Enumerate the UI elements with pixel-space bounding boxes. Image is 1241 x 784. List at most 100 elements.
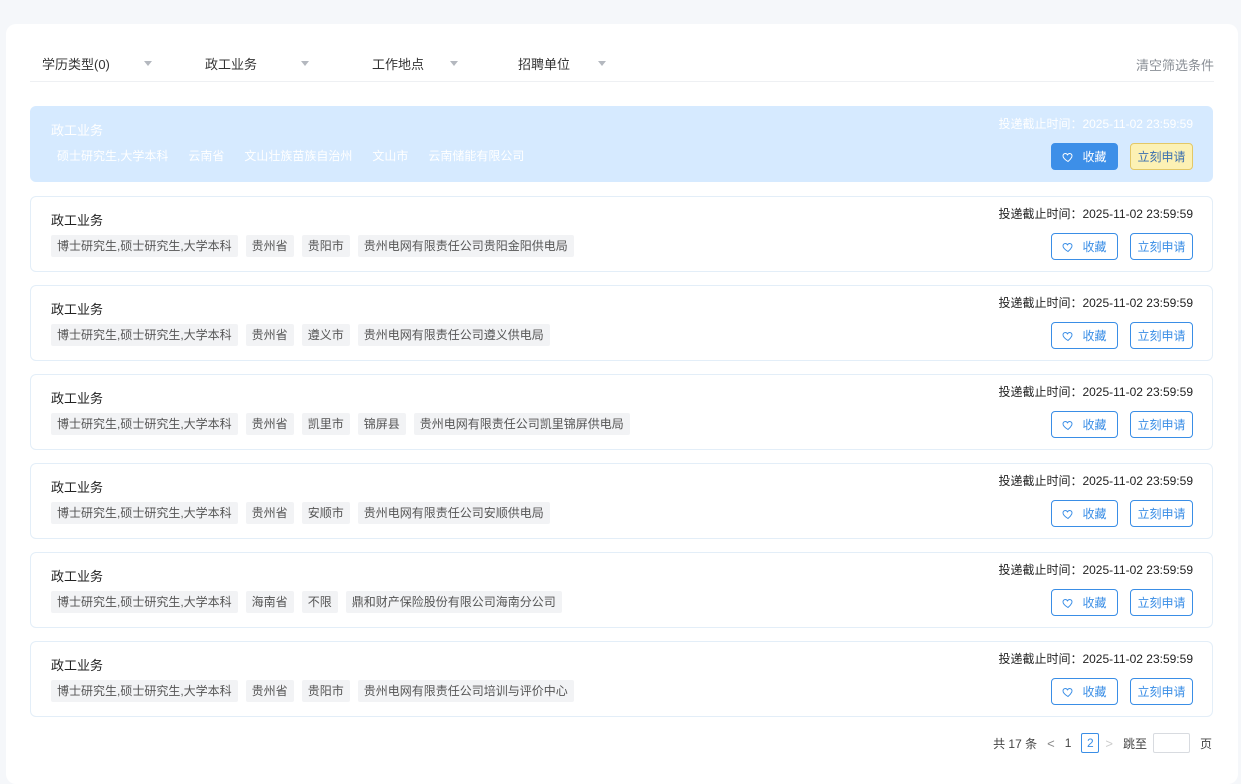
job-card[interactable]: 政工业务 博士研究生,硕士研究生,大学本科 贵州省 凯里市 锦屏县 贵州电网有限责任公司凯… [30,374,1213,450]
chevron-down-icon [598,61,606,66]
deadline-text: 投递截止时间：2025-11-02 23:59:59 [998,563,1193,577]
apply-button[interactable]: 立刻申请 [1130,411,1193,438]
filter-education-label: 学历类型(0) [42,56,110,72]
job-list-panel: 学历类型(0) 政工业务 工作地点 招聘单位 清空筛选条件 政工业务 硕士研究生,… [6,24,1238,784]
apply-button[interactable]: 立刻申请 [1130,678,1193,705]
pager-total: 共 17 条 [993,736,1038,751]
heart-icon [1062,687,1074,697]
jump-page-input[interactable] [1152,733,1190,753]
favorite-label: 收藏 [1082,596,1107,610]
apply-button[interactable]: 立刻申请 [1130,143,1193,170]
job-card[interactable]: 政工业务 博士研究生,硕士研究生,大学本科 贵州省 安顺市 贵州电网有限责任公司安顺供电… [30,463,1213,539]
favorite-label: 收藏 [1082,329,1107,343]
job-title: 政工业务 [51,569,104,584]
filter-location-label: 工作地点 [372,56,425,72]
job-tag: 贵阳市 [301,680,350,702]
filter-education[interactable]: 学历类型(0) [42,50,158,76]
job-tag: 安顺市 [301,502,350,524]
job-tag: 贵州电网有限责任公司安顺供电局 [357,502,550,524]
job-tag: 贵州电网有限责任公司凯里锦屏供电局 [413,413,630,435]
job-tag: 文山壮族苗族自治州 [244,149,353,163]
job-card[interactable]: 政工业务博士研究生,硕士研究生,大学本科 海南省 不限 鼎和财产保险股份有限公司海南分… [30,552,1213,628]
job-tag: 贵州省 [245,680,294,702]
job-tag: 不限 [301,591,338,613]
job-tag: 云南省 [188,149,225,163]
chevron-down-icon [301,61,309,66]
job-tags: 博士研究生,硕士研究生,大学本科 贵州省 贵阳市 贵州电网有限责任公司贵阳金阳供电局 [51,235,574,257]
favorite-button[interactable]: 收藏 [1051,500,1118,527]
job-tag: 贵州电网有限责任公司培训与评价中心 [357,680,574,702]
job-card[interactable]: 政工业务博士研究生,硕士研究生,大学本科 贵州省 遵义市 贵州电网有限责任公司遵义供电… [30,285,1213,361]
pagination: 共 17 条 < 1 2 > 跳至 页 [983,732,1212,754]
heart-icon [1062,242,1074,252]
heart-icon [1062,509,1074,519]
favorite-label: 收藏 [1082,418,1107,432]
filter-employer-label: 招聘单位 [518,56,571,72]
filter-bar: 学历类型(0) 政工业务 工作地点 招聘单位 清空筛选条件 [30,50,1214,82]
apply-button[interactable]: 立刻申请 [1130,500,1193,527]
favorite-button[interactable]: 收藏 [1051,143,1118,170]
job-tag: 凯里市 [301,413,350,435]
job-tag: 博士研究生,硕士研究生,大学本科 [51,502,238,524]
job-title: 政工业务 [51,658,104,673]
favorite-label: 收藏 [1082,507,1107,521]
deadline-text: 投递截止时间：2025-11-02 23:59:59 [998,474,1193,488]
job-tags: 博士研究生,硕士研究生,大学本科 海南省 不限 鼎和财产保险股份有限公司海南分公司 [51,591,562,613]
job-tags: 博士研究生,硕士研究生,大学本科 贵州省 安顺市 贵州电网有限责任公司安顺供电局 [51,502,550,524]
filter-employer[interactable]: 招聘单位 [518,50,610,76]
apply-button[interactable]: 立刻申请 [1130,322,1193,349]
job-tag: 遵义市 [301,324,350,346]
heart-icon [1062,152,1074,162]
favorite-label: 收藏 [1082,685,1107,699]
job-tag: 贵阳市 [301,235,350,257]
job-title: 政工业务 [51,302,104,317]
job-tag: 博士研究生,硕士研究生,大学本科 [51,324,238,346]
job-card[interactable]: 政工业务博士研究生,硕士研究生,大学本科 贵州省 贵阳市 贵州电网有限责任公司培训与评… [30,641,1213,717]
job-tag: 博士研究生,硕士研究生,大学本科 [51,413,238,435]
next-page-button[interactable]: > [1105,736,1113,751]
prev-page-button[interactable]: < [1047,736,1055,751]
favorite-button[interactable]: 收藏 [1051,322,1118,349]
chevron-down-icon [144,61,152,66]
heart-icon [1062,598,1074,608]
job-card[interactable]: 政工业务 硕士研究生,大学本科 云南省 文山壮族苗族自治州 文山市 云南储能有限公司 投递截… [30,106,1213,182]
job-tags: 博士研究生,硕士研究生,大学本科 贵州省 贵阳市 贵州电网有限责任公司培训与评价中心 [51,680,574,702]
job-tag: 贵州电网有限责任公司贵阳金阳供电局 [357,235,574,257]
job-tag: 海南省 [245,591,294,613]
job-title: 政工业务 [51,213,104,228]
deadline-text: 投递截止时间：2025-11-02 23:59:59 [998,296,1193,310]
page-2-button[interactable]: 2 [1081,733,1100,753]
heart-icon [1062,420,1074,430]
jump-label: 跳至 [1122,736,1147,751]
deadline-text: 投递截止时间：2025-11-02 23:59:59 [998,117,1193,131]
filter-business[interactable]: 政工业务 [205,50,315,76]
job-tag: 博士研究生,硕士研究生,大学本科 [51,680,238,702]
job-tag: 博士研究生,硕士研究生,大学本科 [51,591,238,613]
favorite-button[interactable]: 收藏 [1051,411,1118,438]
clear-filters-link[interactable]: 清空筛选条件 [1136,55,1214,74]
job-tags: 博士研究生,硕士研究生,大学本科 贵州省 遵义市 贵州电网有限责任公司遵义供电局 [51,324,550,346]
apply-button[interactable]: 立刻申请 [1130,233,1193,260]
favorite-button[interactable]: 收藏 [1051,589,1118,616]
heart-icon [1062,331,1074,341]
apply-button[interactable]: 立刻申请 [1130,589,1193,616]
job-card[interactable]: 政工业务博士研究生,硕士研究生,大学本科 贵州省 贵阳市 贵州电网有限责任公司贵阳金阳… [30,196,1213,272]
job-tags: 硕士研究生,大学本科 云南省 文山壮族苗族自治州 文山市 云南储能有限公司 [51,145,530,167]
favorite-button[interactable]: 收藏 [1051,678,1118,705]
job-tag: 云南储能有限公司 [428,149,525,163]
job-tag: 贵州省 [245,413,294,435]
job-tag: 鼎和财产保险股份有限公司海南分公司 [345,591,562,613]
page-suffix: 页 [1199,736,1212,751]
job-tag: 博士研究生,硕士研究生,大学本科 [51,235,238,257]
job-tag: 贵州电网有限责任公司遵义供电局 [357,324,550,346]
page-1-button[interactable]: 1 [1065,736,1072,750]
chevron-down-icon [450,61,458,66]
deadline-text: 投递截止时间：2025-11-02 23:59:59 [998,652,1193,666]
filter-location[interactable]: 工作地点 [372,50,462,76]
favorite-button[interactable]: 收藏 [1051,233,1118,260]
job-tag: 文山市 [372,149,409,163]
job-tag: 贵州省 [245,324,294,346]
deadline-text: 投递截止时间：2025-11-02 23:59:59 [998,385,1193,399]
job-tag: 贵州省 [245,235,294,257]
job-tags: 博士研究生,硕士研究生,大学本科 贵州省 凯里市 锦屏县 贵州电网有限责任公司凯里锦屏供… [51,413,630,435]
